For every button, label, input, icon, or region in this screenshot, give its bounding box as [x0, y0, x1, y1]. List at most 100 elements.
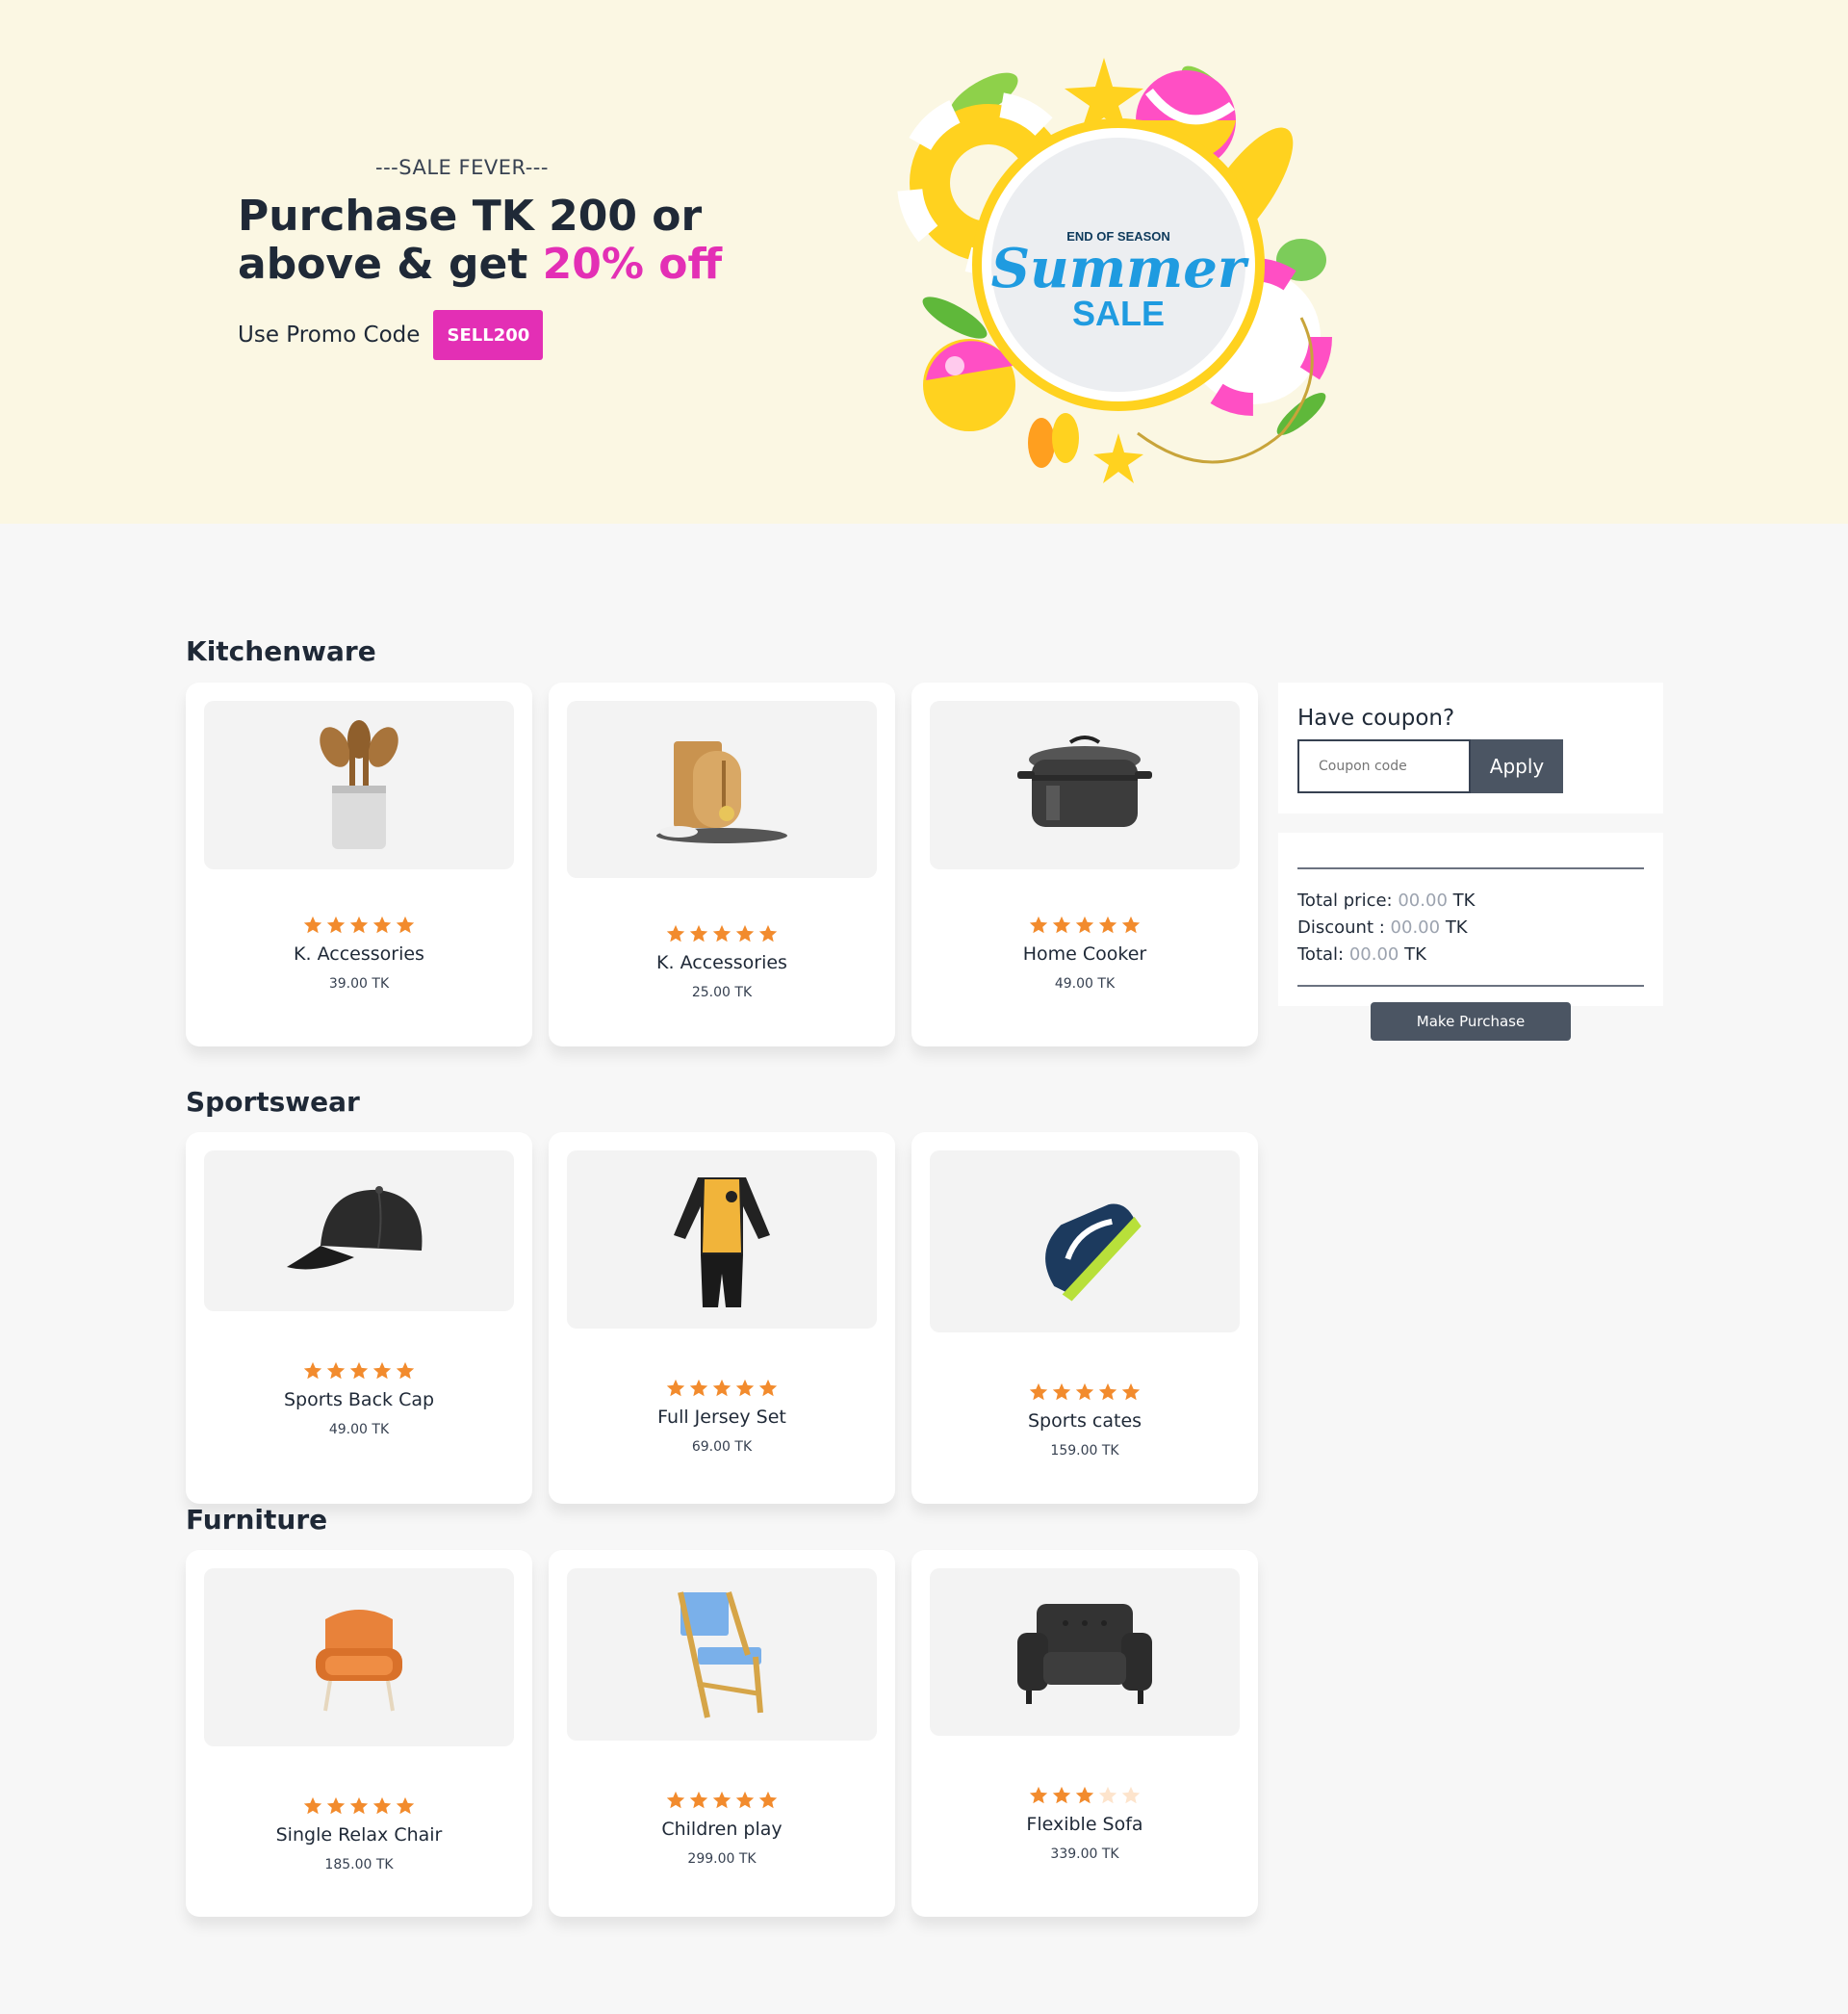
product-image	[930, 701, 1240, 869]
product-card[interactable]: Sports Back Cap 49.00 TK	[186, 1132, 532, 1504]
section-title-kitchenware: Kitchenware	[186, 635, 376, 667]
badge-script-text: Summer	[991, 237, 1249, 300]
product-name: Full Jersey Set	[657, 1407, 786, 1428]
total-price-value: 00.00	[1398, 891, 1448, 911]
sneaker-icon	[1045, 1203, 1142, 1302]
product-name: Home Cooker	[1022, 943, 1147, 965]
star-filled-icon	[1075, 1786, 1094, 1804]
discount-value: 00.00	[1390, 917, 1441, 938]
product-name: Children play	[661, 1819, 783, 1840]
rating-stars	[186, 1795, 532, 1817]
rating-stars	[911, 1785, 1258, 1806]
star-filled-icon	[689, 1791, 708, 1809]
section-title-sportswear: Sportswear	[186, 1086, 360, 1118]
product-card[interactable]: Home Cooker 49.00 TK	[911, 683, 1258, 1046]
currency: TK	[1445, 917, 1468, 938]
product-price: 299.00 TK	[687, 1851, 757, 1867]
star-filled-icon	[1121, 916, 1141, 934]
cutting-boards-icon	[656, 741, 787, 843]
apply-coupon-button[interactable]: Apply	[1471, 739, 1563, 793]
product-name: Sports Back Cap	[283, 1389, 435, 1410]
product-info: Sports cates 159.00 TK	[911, 1381, 1258, 1459]
hero-text: ---SALE FEVER--- Purchase TK 200 or abov…	[238, 156, 777, 360]
product-info: K. Accessories 39.00 TK	[186, 915, 532, 992]
coupon-panel: Have coupon? Apply	[1278, 683, 1663, 813]
headline-line-2: above & get 20% off	[238, 241, 777, 289]
star-filled-icon	[396, 1361, 415, 1380]
total-value: 00.00	[1348, 944, 1399, 965]
star-filled-icon	[1098, 1382, 1117, 1401]
promo-label: Use Promo Code	[238, 323, 421, 348]
headline-discount: 20% off	[542, 240, 723, 289]
product-card[interactable]: Full Jersey Set 69.00 TK	[549, 1132, 895, 1504]
star-filled-icon	[349, 1796, 369, 1815]
star-filled-icon	[758, 924, 778, 942]
coupon-title: Have coupon?	[1297, 706, 1455, 731]
star-filled-icon	[712, 1379, 732, 1397]
currency: TK	[1404, 944, 1426, 965]
make-purchase-button[interactable]: Make Purchase	[1371, 1002, 1571, 1041]
hero-headline: Purchase TK 200 or above & get 20% off	[238, 193, 777, 289]
star-filled-icon	[326, 916, 346, 934]
product-price: 25.00 TK	[691, 985, 753, 1000]
star-filled-icon	[735, 1379, 755, 1397]
product-info: Sports Back Cap 49.00 TK	[186, 1360, 532, 1437]
discount-row: Discount : 00.00 TK	[1297, 917, 1468, 938]
hero-banner: ---SALE FEVER--- Purchase TK 200 or abov…	[0, 0, 1848, 524]
star-filled-icon	[1121, 1382, 1141, 1401]
star-filled-icon	[758, 1379, 778, 1397]
product-name: K. Accessories	[294, 943, 424, 965]
rating-stars	[549, 1790, 895, 1811]
product-price: 49.00 TK	[1054, 976, 1116, 992]
product-card[interactable]: Children play 299.00 TK	[549, 1550, 895, 1917]
star-filled-icon	[303, 916, 322, 934]
product-price: 69.00 TK	[691, 1439, 753, 1455]
star-filled-icon	[666, 1791, 685, 1809]
product-info: Flexible Sofa 339.00 TK	[911, 1785, 1258, 1862]
promo-row: Use Promo Code SELL200	[238, 310, 777, 360]
star-filled-icon	[372, 1361, 392, 1380]
promo-code-badge[interactable]: SELL200	[433, 310, 544, 360]
total-price-label: Total price:	[1297, 891, 1393, 911]
sofa-icon	[1017, 1604, 1152, 1704]
star-filled-icon	[396, 1796, 415, 1815]
product-image	[204, 701, 514, 869]
coupon-input[interactable]	[1297, 739, 1471, 793]
star-filled-icon	[396, 916, 415, 934]
star-filled-icon	[1052, 916, 1071, 934]
cooking-pot-icon	[1017, 735, 1152, 827]
folding-chair-icon	[678, 1590, 763, 1718]
star-filled-icon	[326, 1361, 346, 1380]
rating-stars	[186, 1360, 532, 1381]
star-filled-icon	[349, 1361, 369, 1380]
star-filled-icon	[735, 1791, 755, 1809]
totals-panel: Total price: 00.00 TK Discount : 00.00 T…	[1278, 833, 1663, 1006]
jersey-icon	[674, 1176, 770, 1307]
product-info: Single Relax Chair 185.00 TK	[186, 1795, 532, 1872]
star-filled-icon	[1052, 1786, 1071, 1804]
total-price-row: Total price: 00.00 TK	[1297, 891, 1475, 911]
star-filled-icon	[1029, 1786, 1048, 1804]
product-name: K. Accessories	[656, 952, 787, 973]
product-card[interactable]: Sports cates 159.00 TK	[911, 1132, 1258, 1504]
product-image	[930, 1150, 1240, 1332]
product-price: 39.00 TK	[328, 976, 390, 992]
star-filled-icon	[758, 1791, 778, 1809]
currency: TK	[1452, 891, 1476, 911]
divider	[1297, 867, 1644, 869]
product-card[interactable]: K. Accessories 25.00 TK	[549, 683, 895, 1046]
product-image	[204, 1568, 514, 1746]
product-card[interactable]: K. Accessories 39.00 TK	[186, 683, 532, 1046]
product-card[interactable]: Flexible Sofa 339.00 TK	[911, 1550, 1258, 1917]
star-filled-icon	[712, 924, 732, 942]
star-filled-icon	[1029, 916, 1048, 934]
star-filled-icon	[1075, 916, 1094, 934]
headline-prefix: above & get	[238, 240, 543, 289]
star-filled-icon	[666, 924, 685, 942]
star-filled-icon	[666, 1379, 685, 1397]
rating-stars	[911, 1381, 1258, 1403]
grand-total-row: Total: 00.00 TK	[1297, 944, 1426, 965]
product-card[interactable]: Single Relax Chair 185.00 TK	[186, 1550, 532, 1917]
product-price: 185.00 TK	[324, 1857, 394, 1872]
total-label: Total:	[1297, 944, 1345, 965]
